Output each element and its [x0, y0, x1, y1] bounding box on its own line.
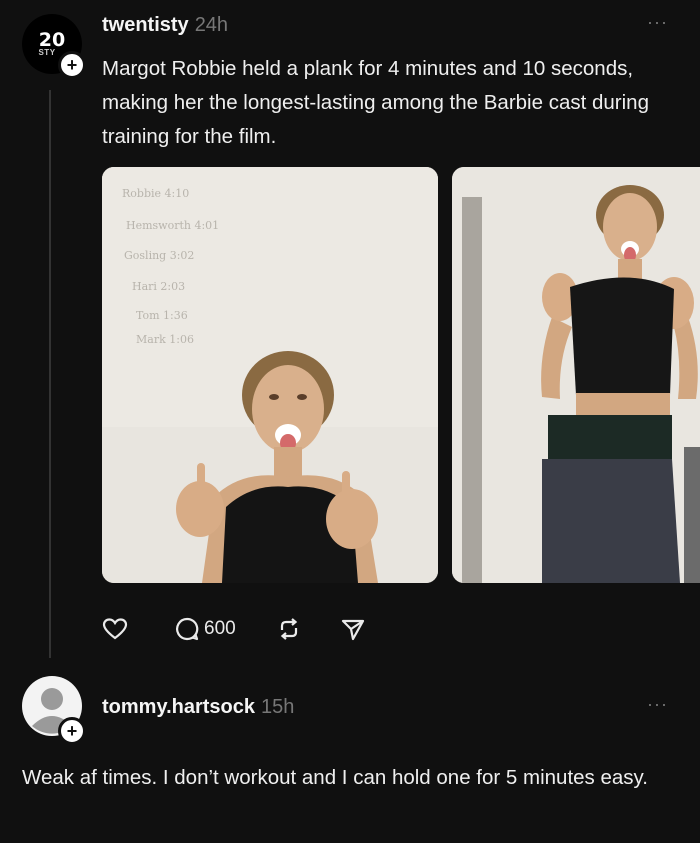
board-line-2: Hemsworth 4:01 [126, 219, 220, 232]
post-text: Margot Robbie held a plank for 4 minutes… [102, 57, 649, 148]
board-line-3: Gosling 3:02 [124, 249, 195, 262]
post-photo-1[interactable]: Robbie 4:10 Hemsworth 4:01 Gosling 3:02 … [102, 167, 438, 583]
like-button[interactable] [102, 617, 128, 641]
repost-button[interactable] [276, 616, 302, 642]
thread-line [49, 90, 51, 658]
follow-plus-icon[interactable]: + [58, 51, 86, 79]
comment-count: 600 [204, 618, 236, 639]
reply-username[interactable]: tommy.hartsock [102, 696, 255, 718]
reply-more-icon[interactable]: ··· [647, 694, 668, 715]
heart-icon [102, 618, 128, 640]
post-photo-2[interactable] [452, 167, 700, 583]
reply-author[interactable]: tommy.hartsock 15h [102, 696, 294, 719]
board-line-4: Hari 2:03 [132, 280, 186, 293]
reply-text: Weak af times. I don’t workout and I can… [22, 766, 648, 789]
post-actions: 600 [102, 614, 366, 644]
post-more-icon[interactable]: ··· [647, 12, 668, 33]
photo-2-illustration [452, 167, 700, 583]
post-timestamp: 24h [194, 14, 229, 36]
avatar-logo-number: 20 [38, 29, 66, 51]
comment-icon [176, 617, 199, 641]
avatar-logo-letters: STY [38, 48, 56, 57]
post-author[interactable]: twentisty 24h [102, 14, 228, 37]
post-username[interactable]: twentisty [102, 14, 189, 36]
send-icon [341, 619, 364, 641]
board-line-5: Tom 1:36 [136, 309, 188, 322]
share-button[interactable] [340, 616, 366, 642]
board-line-1: Robbie 4:10 [122, 187, 190, 200]
follow-plus-icon[interactable]: + [58, 717, 86, 745]
repost-icon [280, 618, 297, 640]
reply-timestamp: 15h [261, 696, 295, 718]
comment-button[interactable]: 600 [174, 616, 236, 642]
board-line-6: Mark 1:06 [136, 333, 194, 346]
